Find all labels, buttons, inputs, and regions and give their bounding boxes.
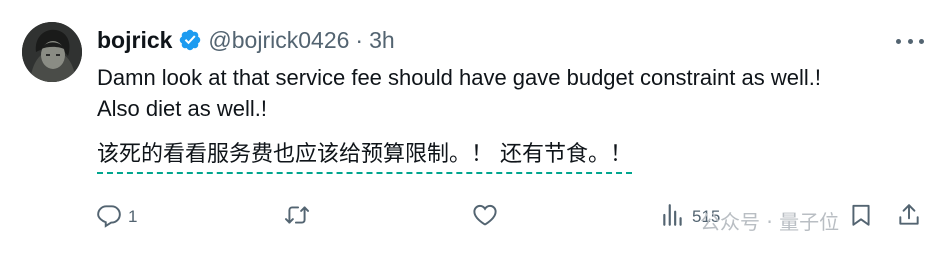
reply-button[interactable]: 1 [96, 202, 137, 232]
tweet-text-line2: Also diet as well.! [97, 96, 267, 121]
tweet-text-line1: Damn look at that service fee should hav… [97, 65, 821, 90]
retweet-icon [284, 202, 310, 233]
tweet-text: Damn look at that service fee should hav… [97, 62, 917, 124]
like-icon [472, 202, 498, 233]
user-handle[interactable]: @bojrick0426 [208, 27, 349, 54]
tweet-header: bojrick @bojrick0426 · 3h [97, 26, 395, 54]
bookmark-icon [848, 202, 874, 233]
reply-icon [96, 202, 122, 233]
avatar[interactable] [22, 22, 82, 82]
bookmark-button[interactable] [848, 202, 874, 232]
reply-count: 1 [128, 207, 138, 226]
watermark: 公众号 · 量子位 [700, 210, 840, 234]
views-icon [660, 202, 686, 233]
timestamp[interactable]: 3h [369, 27, 395, 54]
separator-dot: · [355, 26, 364, 53]
verified-badge-icon [178, 28, 202, 52]
share-icon [896, 202, 922, 233]
like-button[interactable] [472, 202, 504, 232]
display-name[interactable]: bojrick [97, 27, 172, 54]
retweet-button[interactable] [284, 202, 316, 232]
more-icon[interactable] [896, 30, 924, 52]
share-button[interactable] [896, 202, 922, 232]
translation-text: 该死的看看服务费也应该给预算限制。！ 还有节食。！ [97, 141, 632, 174]
